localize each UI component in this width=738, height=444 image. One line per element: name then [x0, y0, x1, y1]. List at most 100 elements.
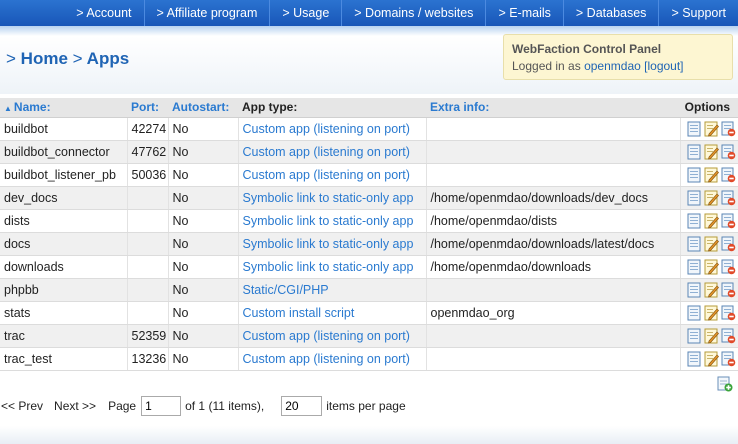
app-extra-info-cell — [426, 117, 681, 141]
nav-domains-websites[interactable]: > Domains / websites — [341, 0, 485, 26]
view-icon[interactable] — [687, 305, 702, 321]
top-nav: > Account > Affiliate program > Usage > … — [0, 0, 738, 26]
app-type-cell: Custom app (listening on port) — [238, 163, 427, 187]
edit-icon[interactable] — [704, 144, 719, 160]
app-extra-info-cell: /home/openmdao/downloads/dev_docs — [426, 186, 681, 210]
app-port-cell — [127, 255, 169, 279]
edit-icon[interactable] — [704, 259, 719, 275]
app-port-cell: 42274 — [127, 117, 169, 141]
edit-icon[interactable] — [704, 282, 719, 298]
app-autostart-cell: No — [168, 186, 239, 210]
nav-affiliate-program[interactable]: > Affiliate program — [143, 0, 270, 26]
edit-icon[interactable] — [704, 190, 719, 206]
nav-databases[interactable]: > Databases — [562, 0, 659, 26]
view-icon[interactable] — [687, 259, 702, 275]
delete-icon[interactable] — [721, 144, 736, 160]
app-port-cell — [127, 232, 169, 256]
logout-link[interactable]: [logout] — [644, 59, 683, 73]
app-autostart-cell: No — [168, 324, 239, 348]
app-options-cell — [680, 278, 738, 302]
delete-icon[interactable] — [721, 121, 736, 137]
table-row: phpbb No Static/CGI/PHP — [0, 278, 738, 302]
column-header-name[interactable]: ▲ Name: — [0, 98, 127, 118]
app-type-link[interactable]: Symbolic link to static-only app — [243, 214, 414, 228]
view-icon[interactable] — [687, 167, 702, 183]
username-link[interactable]: openmdao — [584, 59, 641, 73]
app-type-link[interactable]: Static/CGI/PHP — [243, 283, 329, 297]
app-options-cell — [680, 140, 738, 164]
app-options-cell — [680, 324, 738, 348]
app-autostart-cell: No — [168, 347, 239, 371]
nav-emails[interactable]: > E-mails — [485, 0, 562, 26]
delete-icon[interactable] — [721, 167, 736, 183]
app-options-cell — [680, 232, 738, 256]
delete-icon[interactable] — [721, 213, 736, 229]
table-row: stats No Custom install script openmdao_org — [0, 301, 738, 325]
delete-icon[interactable] — [721, 282, 736, 298]
prev-page-link[interactable]: << Prev — [1, 399, 43, 413]
app-options-cell — [680, 186, 738, 210]
app-type-link[interactable]: Custom app (listening on port) — [243, 168, 410, 182]
edit-icon[interactable] — [704, 328, 719, 344]
delete-icon[interactable] — [721, 259, 736, 275]
view-icon[interactable] — [687, 144, 702, 160]
items-per-page-label: items per page — [326, 399, 406, 413]
app-type-link[interactable]: Custom app (listening on port) — [243, 122, 410, 136]
column-header-autostart[interactable]: Autostart: — [168, 98, 238, 118]
view-icon[interactable] — [687, 121, 702, 137]
breadcrumb-home-link[interactable]: Home — [21, 49, 68, 68]
nav-support[interactable]: > Support — [658, 0, 738, 26]
items-per-page-input[interactable] — [281, 396, 323, 416]
nav-account[interactable]: > Account — [64, 0, 143, 26]
page-number-input[interactable] — [141, 396, 182, 416]
app-options-cell — [680, 347, 738, 371]
app-options-cell — [680, 209, 738, 233]
view-icon[interactable] — [687, 351, 702, 367]
app-type-cell: Static/CGI/PHP — [238, 278, 427, 302]
app-port-cell: 47762 — [127, 140, 169, 164]
app-name-cell: dists — [0, 209, 128, 233]
app-extra-info-cell: /home/openmdao/dists — [426, 209, 681, 233]
nav-usage[interactable]: > Usage — [269, 0, 341, 26]
app-type-cell: Custom app (listening on port) — [238, 140, 427, 164]
app-options-cell — [680, 117, 738, 141]
edit-icon[interactable] — [704, 121, 719, 137]
app-type-link[interactable]: Custom app (listening on port) — [243, 352, 410, 366]
add-app-icon[interactable] — [717, 376, 733, 392]
view-icon[interactable] — [687, 328, 702, 344]
app-extra-info-cell — [426, 140, 681, 164]
edit-icon[interactable] — [704, 305, 719, 321]
app-type-link[interactable]: Custom app (listening on port) — [243, 329, 410, 343]
app-extra-info-cell: openmdao_org — [426, 301, 681, 325]
delete-icon[interactable] — [721, 351, 736, 367]
view-icon[interactable] — [687, 236, 702, 252]
app-type-link[interactable]: Custom app (listening on port) — [243, 145, 410, 159]
sort-ascending-icon: ▲ — [4, 104, 12, 114]
app-autostart-cell: No — [168, 140, 239, 164]
delete-icon[interactable] — [721, 236, 736, 252]
app-type-link[interactable]: Custom install script — [243, 306, 355, 320]
app-extra-info-cell: /home/openmdao/downloads/latest/docs — [426, 232, 681, 256]
column-header-extra-info[interactable]: Extra info: — [426, 98, 680, 118]
next-page-link[interactable]: Next >> — [54, 399, 96, 413]
edit-icon[interactable] — [704, 167, 719, 183]
app-type-cell: Custom app (listening on port) — [238, 117, 427, 141]
app-extra-info-cell — [426, 324, 681, 348]
app-type-link[interactable]: Symbolic link to static-only app — [243, 191, 414, 205]
app-type-link[interactable]: Symbolic link to static-only app — [243, 237, 414, 251]
app-type-cell: Symbolic link to static-only app — [238, 232, 427, 256]
view-icon[interactable] — [687, 282, 702, 298]
edit-icon[interactable] — [704, 351, 719, 367]
app-port-cell — [127, 301, 169, 325]
view-icon[interactable] — [687, 213, 702, 229]
delete-icon[interactable] — [721, 328, 736, 344]
app-extra-info-cell — [426, 347, 681, 371]
edit-icon[interactable] — [704, 213, 719, 229]
app-type-link[interactable]: Symbolic link to static-only app — [243, 260, 414, 274]
view-icon[interactable] — [687, 190, 702, 206]
delete-icon[interactable] — [721, 190, 736, 206]
app-type-cell: Symbolic link to static-only app — [238, 186, 427, 210]
column-header-port[interactable]: Port: — [127, 98, 168, 118]
edit-icon[interactable] — [704, 236, 719, 252]
delete-icon[interactable] — [721, 305, 736, 321]
